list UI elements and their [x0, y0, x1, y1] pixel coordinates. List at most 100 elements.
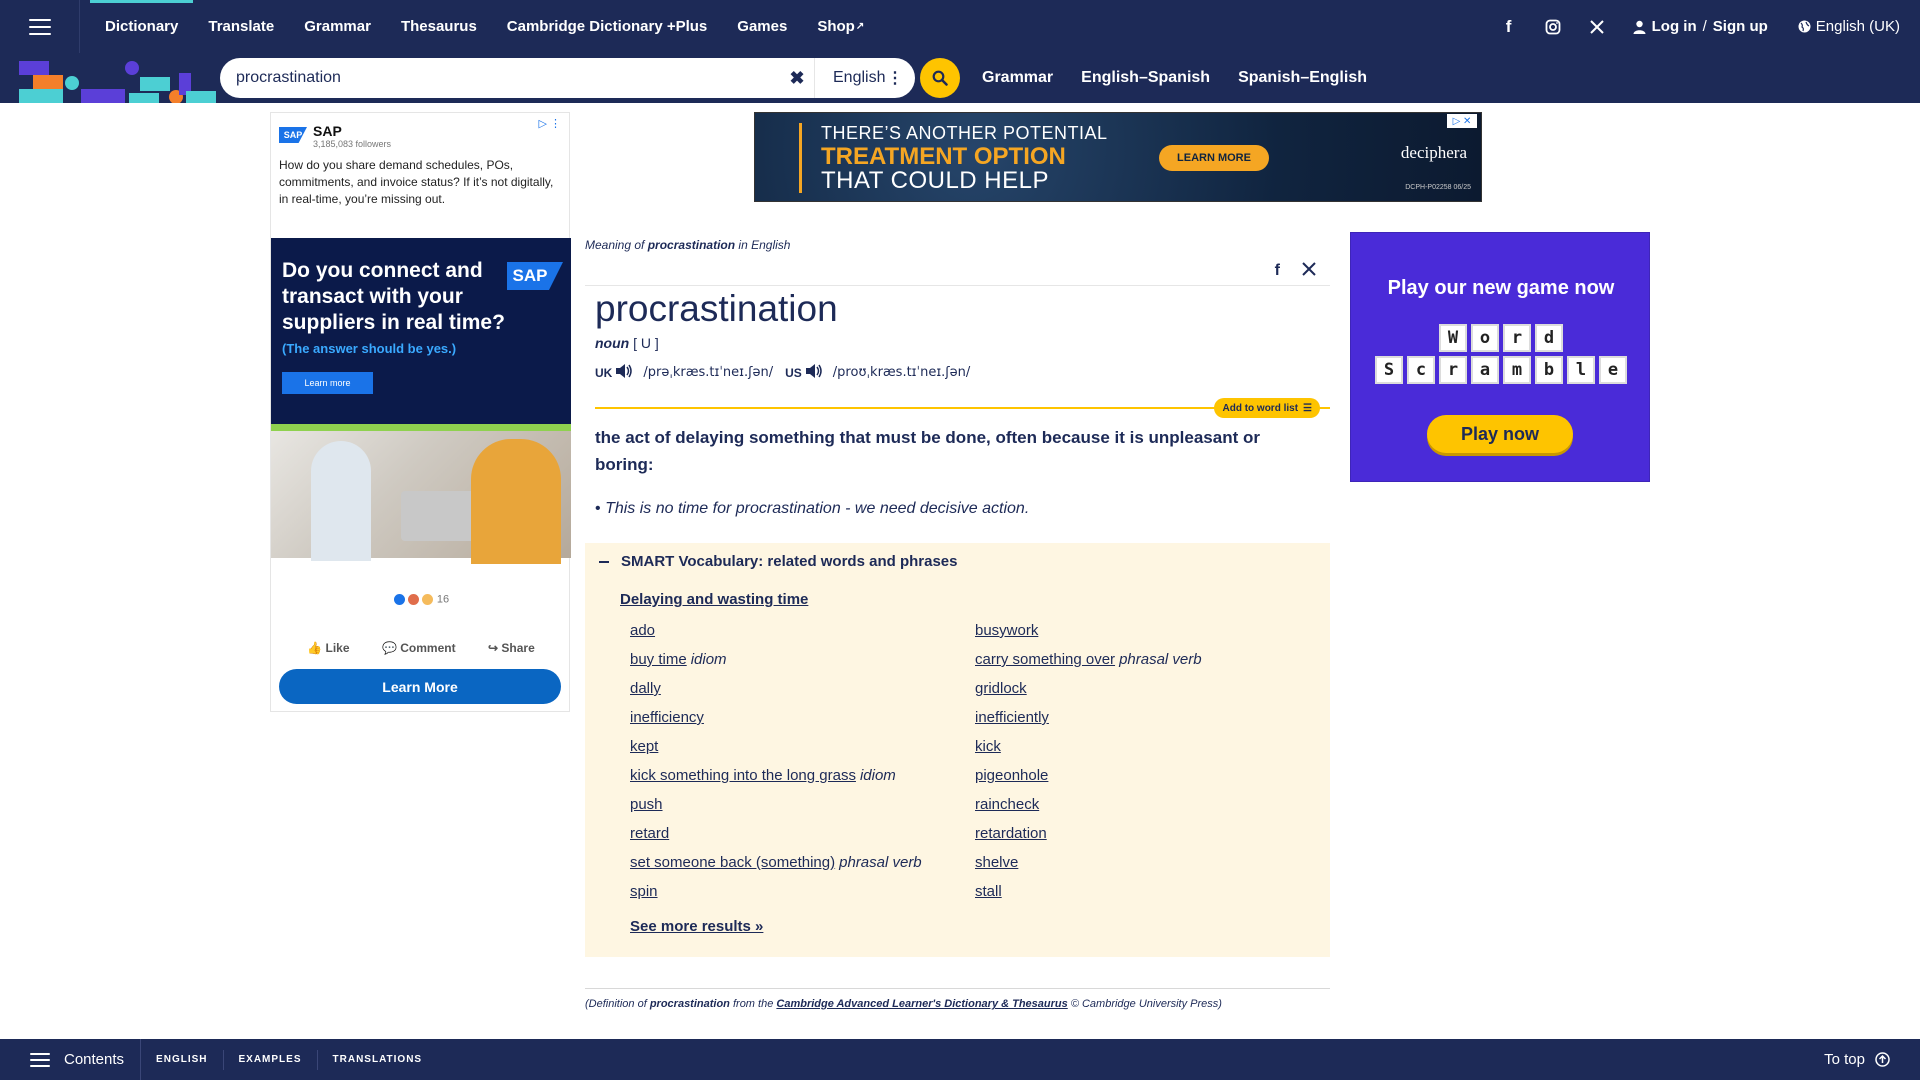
- cambridge-logo[interactable]: [19, 57, 219, 104]
- language-selector[interactable]: English (UK): [1798, 18, 1900, 35]
- ad-photo: [271, 424, 571, 564]
- bottom-bar: Contents ENGLISH EXAMPLES TRANSLATIONS T…: [0, 1039, 1920, 1080]
- related-word-link[interactable]: retardation: [975, 825, 1047, 842]
- related-word-link[interactable]: inefficiently: [975, 709, 1049, 726]
- signup-link[interactable]: Sign up: [1713, 18, 1768, 35]
- example-sentence: • This is no time for procrastination - …: [595, 500, 1029, 518]
- ad-reactions: 16: [271, 593, 571, 606]
- nav-translate[interactable]: Translate: [193, 0, 289, 53]
- related-word-link[interactable]: retard: [630, 825, 669, 842]
- bullet: •: [595, 500, 601, 517]
- tab-translations[interactable]: TRANSLATIONS: [318, 1050, 438, 1070]
- related-word-link[interactable]: spin: [630, 883, 658, 900]
- promo-title: Play our new game now: [1387, 277, 1615, 299]
- tile-row-2: S c r a m b l e: [1351, 356, 1651, 384]
- related-word-link[interactable]: raincheck: [975, 796, 1039, 813]
- ad-followers: 3,185,083 followers: [313, 139, 392, 149]
- us-audio-icon[interactable]: [805, 364, 823, 381]
- related-word-link[interactable]: stall: [975, 883, 1002, 900]
- more-vertical-icon[interactable]: ⋮: [887, 68, 903, 88]
- nav-plus[interactable]: Cambridge Dictionary +Plus: [492, 0, 722, 53]
- to-top-button[interactable]: To top: [1824, 1051, 1890, 1068]
- quick-link-grammar[interactable]: Grammar: [982, 69, 1053, 87]
- person-image: [471, 439, 561, 564]
- related-word-link[interactable]: busywork: [975, 622, 1038, 639]
- smart-topic-link[interactable]: Delaying and wasting time: [620, 591, 808, 608]
- banner-cta-button[interactable]: LEARN MORE: [1159, 145, 1269, 171]
- nav-thesaurus[interactable]: Thesaurus: [386, 0, 492, 53]
- related-word-link[interactable]: ado: [630, 622, 655, 639]
- related-word-link[interactable]: kept: [630, 738, 658, 755]
- word-tag: idiom: [859, 767, 896, 784]
- source-book-link[interactable]: Cambridge Advanced Learner's Dictionary …: [776, 998, 1067, 1010]
- related-word-link[interactable]: dally: [630, 680, 661, 697]
- banner-advertisement[interactable]: THERE’S ANOTHER POTENTIAL TREATMENT OPTI…: [754, 112, 1482, 202]
- word-scramble-promo[interactable]: Play our new game now W o r d S c r a m …: [1350, 232, 1650, 482]
- dictionary-select[interactable]: English ⋮: [815, 68, 915, 88]
- menu-icon[interactable]: [0, 0, 80, 53]
- meaning-suffix: in English: [738, 238, 791, 252]
- related-words-left: ado buy time idiom dally inefficiency kep…: [630, 622, 922, 912]
- login-signup[interactable]: Log in / Sign up: [1633, 18, 1768, 35]
- dictionary-entry: Meaning of procrastination in English f …: [585, 238, 1330, 1010]
- ad-creative[interactable]: Do you connect and transact with your su…: [271, 238, 571, 564]
- external-link-icon: ↗: [855, 21, 865, 32]
- related-word-link[interactable]: gridlock: [975, 680, 1027, 697]
- like-button[interactable]: 👍 Like: [307, 641, 349, 655]
- tab-english[interactable]: ENGLISH: [141, 1049, 224, 1070]
- collapse-icon: [599, 560, 609, 563]
- related-word-link[interactable]: carry something over: [975, 651, 1115, 668]
- ad-learn-more-button[interactable]: Learn More: [279, 669, 561, 704]
- list-item: spin: [630, 883, 922, 912]
- share-button[interactable]: ↪ Share: [488, 641, 535, 655]
- play-now-button[interactable]: Play now: [1427, 415, 1573, 453]
- search-input[interactable]: procrastination: [220, 69, 780, 87]
- facebook-icon[interactable]: f: [1487, 0, 1531, 53]
- login-link[interactable]: Log in: [1652, 18, 1697, 35]
- left-advertisement[interactable]: ▷ ⋮ SAP SAP 3,185,083 followers How do y…: [270, 112, 571, 712]
- search-icon: [932, 70, 948, 86]
- see-more-results-link[interactable]: See more results »: [630, 918, 763, 935]
- quick-link-spanish-english[interactable]: Spanish–English: [1238, 69, 1367, 87]
- laptop-image: [401, 491, 481, 541]
- smart-vocabulary-toggle[interactable]: SMART Vocabulary: related words and phra…: [599, 553, 957, 570]
- nav-grammar[interactable]: Grammar: [289, 0, 386, 53]
- ad-choices-icon[interactable]: ▷ ⋮: [538, 117, 561, 130]
- list-item: retard: [630, 825, 922, 854]
- related-word-link[interactable]: shelve: [975, 854, 1018, 871]
- related-word-link[interactable]: push: [630, 796, 663, 813]
- contents-button[interactable]: Contents: [0, 1039, 142, 1080]
- clear-icon[interactable]: ✖: [780, 68, 814, 89]
- nav-games[interactable]: Games: [722, 0, 802, 53]
- related-word-link[interactable]: pigeonhole: [975, 767, 1048, 784]
- top-navigation: Dictionary Translate Grammar Thesaurus C…: [0, 0, 1920, 53]
- ad-learn-more-small[interactable]: Learn more: [282, 372, 373, 394]
- related-word-link[interactable]: inefficiency: [630, 709, 704, 726]
- uk-audio-icon[interactable]: [615, 364, 633, 381]
- meaning-word: procrastination: [647, 238, 736, 252]
- instagram-icon[interactable]: [1531, 0, 1575, 53]
- word-tag: phrasal verb: [1119, 651, 1202, 668]
- related-word-link[interactable]: set someone back (something): [630, 854, 835, 871]
- banner-brand: deciphera: [1400, 143, 1467, 162]
- related-word-link[interactable]: buy time: [630, 651, 687, 668]
- x-share-icon[interactable]: [1302, 261, 1316, 281]
- quick-link-english-spanish[interactable]: English–Spanish: [1081, 69, 1210, 87]
- list-item: push: [630, 796, 922, 825]
- nav-shop[interactable]: Shop ↗: [802, 0, 879, 53]
- grammar-code[interactable]: [ U ]: [633, 335, 659, 351]
- add-to-word-list-button[interactable]: Add to word list ☰: [1214, 398, 1320, 418]
- ad-choices-icon[interactable]: ▷ ✕: [1447, 114, 1477, 128]
- nav-dictionary[interactable]: Dictionary: [90, 0, 194, 53]
- comment-button[interactable]: 💬 Comment: [382, 641, 456, 655]
- related-word-link[interactable]: kick something into the long grass: [630, 767, 856, 784]
- dictionary-select-label: English: [833, 69, 886, 86]
- search-field[interactable]: procrastination ✖ English ⋮: [220, 58, 915, 98]
- facebook-share-icon[interactable]: f: [1275, 262, 1280, 280]
- search-button[interactable]: [920, 58, 960, 98]
- list-item: inefficiency: [630, 709, 922, 738]
- tab-examples[interactable]: EXAMPLES: [224, 1049, 318, 1070]
- x-icon[interactable]: [1575, 0, 1619, 53]
- share-label: Share: [501, 641, 535, 655]
- related-word-link[interactable]: kick: [975, 738, 1001, 755]
